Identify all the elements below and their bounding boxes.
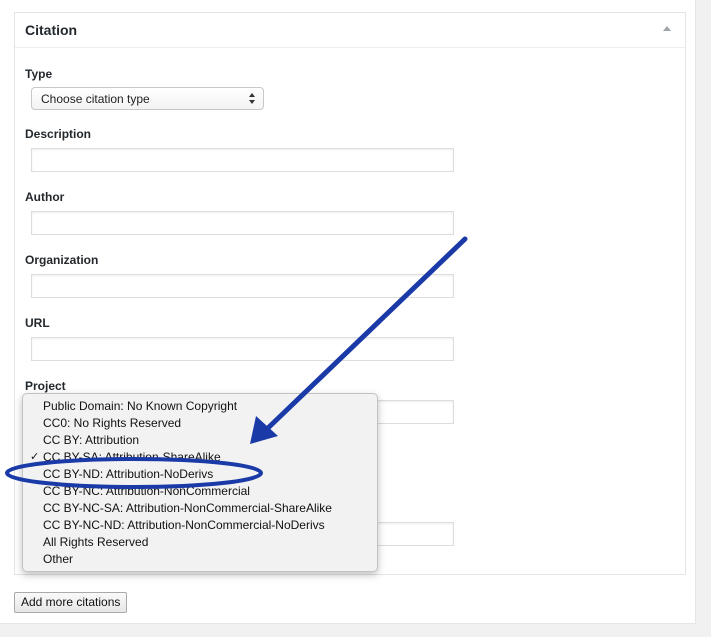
dropdown-option-label: Other — [43, 552, 74, 566]
citation-type-dropdown-menu: Public Domain: No Known Copyright CC0: No… — [22, 393, 378, 572]
dropdown-option-label: CC BY-ND: Attribution-NoDerivs — [43, 467, 214, 481]
dropdown-option-label: Public Domain: No Known Copyright — [43, 399, 238, 413]
url-input[interactable] — [31, 337, 454, 361]
page: Citation Type Choose citation type Descr… — [0, 0, 711, 637]
url-label: URL — [25, 316, 50, 330]
metabox-header[interactable]: Citation — [15, 13, 685, 48]
metabox-title: Citation — [25, 22, 78, 38]
dropdown-option-label: CC0: No Rights Reserved — [43, 416, 182, 430]
dropdown-option[interactable]: CC BY-NC-ND: Attribution-NonCommercial-N… — [23, 517, 377, 534]
dropdown-option-label: All Rights Reserved — [43, 535, 149, 549]
type-label: Type — [25, 67, 53, 81]
add-more-citations-button[interactable]: Add more citations — [14, 592, 128, 613]
organization-input[interactable] — [31, 274, 454, 298]
description-label: Description — [25, 127, 92, 141]
dropdown-option[interactable]: CC BY: Attribution — [23, 432, 377, 449]
dropdown-option[interactable]: Public Domain: No Known Copyright — [23, 398, 377, 415]
organization-label: Organization — [25, 253, 99, 267]
dropdown-option-label: CC BY-NC-ND: Attribution-NonCommercial-N… — [43, 518, 325, 532]
dropdown-option-label: CC BY-NC: Attribution-NonCommercial — [43, 484, 250, 498]
description-input[interactable] — [31, 148, 454, 172]
dropdown-option[interactable]: ✓ CC BY-SA: Attribution-ShareAlike — [23, 449, 377, 466]
dropdown-option[interactable]: All Rights Reserved — [23, 534, 377, 551]
author-input[interactable] — [31, 211, 454, 235]
project-label: Project — [25, 379, 66, 393]
select-arrows-icon — [249, 92, 257, 106]
dropdown-option[interactable]: CC BY-ND: Attribution-NoDerivs — [23, 466, 377, 483]
dropdown-option-label: CC BY-NC-SA: Attribution-NonCommercial-S… — [43, 501, 332, 515]
collapse-arrow-icon[interactable] — [661, 23, 673, 35]
dropdown-option-label: CC BY: Attribution — [43, 433, 140, 447]
dropdown-option[interactable]: CC BY-NC: Attribution-NonCommercial — [23, 483, 377, 500]
checkmark-icon: ✓ — [30, 451, 40, 463]
dropdown-option-label: CC BY-SA: Attribution-ShareAlike — [43, 450, 221, 464]
author-label: Author — [25, 190, 65, 204]
dropdown-option[interactable]: CC BY-NC-SA: Attribution-NonCommercial-S… — [23, 500, 377, 517]
dropdown-option[interactable]: CC0: No Rights Reserved — [23, 415, 377, 432]
citation-type-select[interactable]: Choose citation type — [31, 87, 264, 110]
dropdown-option[interactable]: Other — [23, 551, 377, 568]
citation-type-select-value: Choose citation type — [41, 92, 150, 106]
